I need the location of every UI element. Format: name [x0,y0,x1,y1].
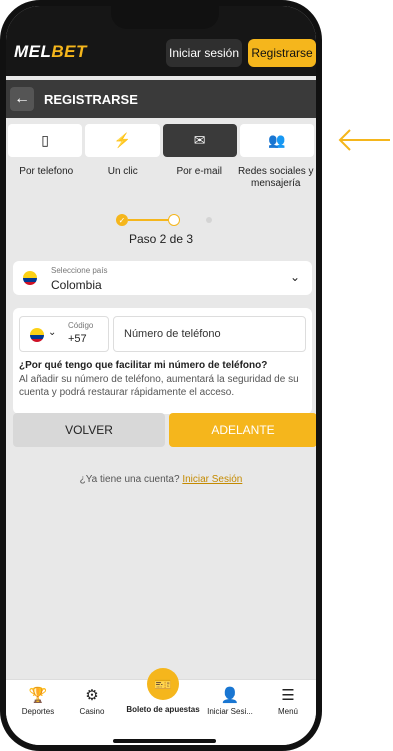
mail-icon: ✉ [193,132,206,148]
step-3-pending [206,217,212,223]
user-icon: 👤 [220,687,240,704]
back-button[interactable]: VOLVER [13,413,165,447]
back-arrow-icon[interactable]: ← [10,87,34,111]
bottom-navigation: 🏆 Deportes ⚙ Casino 🎫 Boleto de apuestas… [6,668,316,745]
nav-betslip-label[interactable]: Boleto de apuestas [116,705,210,714]
phone-form-card: ⌄ Código +57 Número de teléfono ¿Por qué… [13,308,312,414]
account-prompt: ¿Ya tiene una cuenta? Iniciar Sesión [6,474,316,485]
screen: MELBET Iniciar sesión Registrarse ← REGI… [6,6,316,745]
tab-email[interactable]: ✉ [162,124,237,157]
melbet-logo[interactable]: MELBET [14,42,87,62]
ticket-icon[interactable]: 🎫 [147,668,179,700]
step-connector [128,219,168,221]
logo-text-2: BET [51,42,87,61]
nav-login[interactable]: 👤 Iniciar Sesi... [202,687,258,717]
tab-social[interactable]: 👥 [239,124,314,157]
tab-labels: Por telefono Un clic Por e-mail Redes so… [6,166,316,190]
step-indicator: ✓ [116,212,216,228]
home-indicator [113,739,216,743]
casino-chip-icon: ⚙ [85,687,99,704]
nav-casino[interactable]: ⚙ Casino [64,687,120,717]
phone-notch [111,3,219,29]
country-select[interactable]: Seleccione país Colombia ⌄ [13,261,312,295]
nav-label: Casino [79,707,105,716]
tab-phone[interactable]: ▯ [8,124,83,157]
country-label: Seleccione país [51,266,108,275]
phone-frame: MELBET Iniciar sesión Registrarse ← REGI… [0,0,322,751]
chevron-down-icon: ⌄ [289,270,300,284]
title-bar: ← REGISTRARSE [6,80,316,118]
step-1-done-icon: ✓ [116,214,128,226]
menu-icon: ☰ [281,687,295,704]
lightning-icon: ⚡ [113,132,132,148]
registration-tabs: ▯ ⚡ ✉ 👥 [6,124,316,160]
step-text: Paso 2 de 3 [128,232,194,246]
page-title: REGISTRARSE [44,91,138,107]
nav-sports[interactable]: 🏆 Deportes [10,687,66,717]
code-label: Código [68,321,94,330]
tab-label-email[interactable]: Por e-mail [161,166,238,190]
pointer-arrow-icon [338,129,390,151]
people-icon: 👥 [268,132,286,148]
step-2-current [168,214,180,226]
info-text: Al añadir su número de teléfono, aumenta… [19,374,299,398]
phone-number-input[interactable]: Número de teléfono [113,316,306,352]
country-value: Colombia [51,278,102,292]
tab-label-social[interactable]: Redes sociales y mensajería [238,166,315,190]
colombia-flag-icon [30,328,44,342]
nav-label: Deportes [21,707,55,716]
tab-label-one-click[interactable]: Un clic [85,166,162,190]
phone-icon: ▯ [41,132,49,148]
account-text: ¿Ya tiene una cuenta? [79,474,180,485]
logo-text-1: MEL [14,42,52,61]
register-button[interactable]: Registrarse [248,39,316,67]
tab-label-phone[interactable]: Por telefono [8,166,85,190]
nav-label: Menú [277,707,298,716]
code-value: +57 [68,333,87,345]
info-question: ¿Por qué tengo que facilitar mi número d… [19,360,268,371]
login-link[interactable]: Iniciar Sesión [182,474,242,485]
nav-menu[interactable]: ☰ Menú [260,687,316,717]
nav-label: Iniciar Sesi... [207,707,253,716]
login-button[interactable]: Iniciar sesión [166,39,242,67]
next-button[interactable]: ADELANTE [169,413,316,447]
country-code-select[interactable]: ⌄ Código +57 [19,316,109,352]
colombia-flag-icon [23,271,37,285]
chevron-down-icon: ⌄ [48,327,57,338]
tab-one-click[interactable]: ⚡ [85,124,160,157]
trophy-icon: 🏆 [28,687,48,704]
